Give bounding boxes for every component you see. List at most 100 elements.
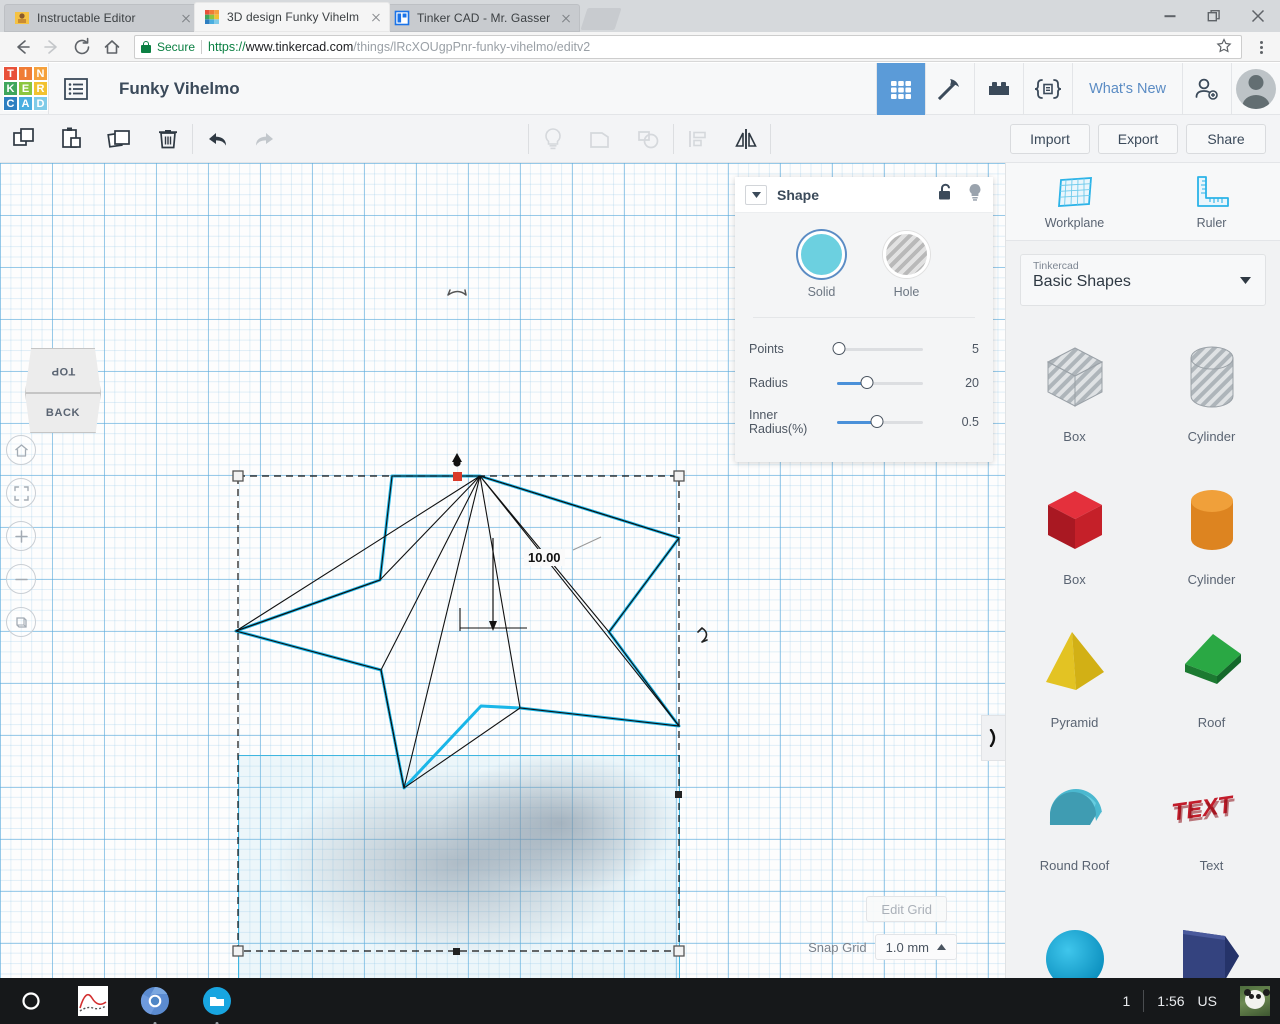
inner-radius-label: Inner Radius(%)	[749, 408, 808, 436]
roof-icon	[1166, 617, 1258, 709]
reload-button[interactable]	[68, 33, 96, 61]
fit-view-icon[interactable]	[6, 478, 36, 508]
graph-app-icon[interactable]	[76, 984, 110, 1018]
hole-swatch[interactable]	[883, 231, 930, 278]
url-path: /things/lRcXOUgpPnr-funky-vihelmo/editv2	[353, 39, 591, 54]
solid-color-swatch[interactable]	[798, 231, 845, 278]
slider-knob[interactable]	[870, 415, 884, 428]
inner-radius-value[interactable]: 0.5	[962, 415, 979, 429]
shape-item-text[interactable]: TEXT TEXT Text	[1143, 745, 1280, 888]
export-button[interactable]: Export	[1098, 123, 1178, 154]
group-icon[interactable]	[577, 115, 625, 163]
forward-button[interactable]	[38, 33, 66, 61]
back-button[interactable]	[8, 33, 36, 61]
cylinder-hole-icon	[1166, 331, 1258, 423]
user-avatar[interactable]	[1231, 62, 1280, 115]
browser-tab-2[interactable]: Tinker CAD - Mr. Gasser	[384, 4, 580, 32]
view-cube-front-face[interactable]: BACK	[25, 393, 101, 433]
list-menu-icon[interactable]	[49, 63, 103, 115]
radius-value[interactable]: 20	[965, 376, 979, 390]
home-view-icon[interactable]	[6, 435, 36, 465]
shape-item-cylinder-hole[interactable]: Cylinder	[1143, 316, 1280, 459]
codeblocks-icon[interactable]	[1023, 62, 1072, 115]
lightbulb-icon[interactable]	[529, 115, 577, 163]
launcher-icon[interactable]	[14, 984, 48, 1018]
shape-item-roof[interactable]: Roof	[1143, 602, 1280, 745]
pyramid-icon	[1029, 617, 1121, 709]
system-status-area[interactable]: 1 1:56 US	[1110, 986, 1280, 1016]
close-button[interactable]	[1236, 0, 1280, 32]
panel-collapse-handle[interactable]	[981, 715, 1005, 761]
tab-title: Tinker CAD - Mr. Gasser	[417, 11, 551, 25]
slider-knob[interactable]	[860, 376, 874, 389]
address-bar[interactable]: Secure https://www.tinkercad.com/things/…	[134, 34, 1242, 59]
dimension-label[interactable]: 10.00	[524, 549, 565, 566]
url-text: https://www.tinkercad.com/things/lRcXOUg…	[208, 40, 590, 54]
slider-knob[interactable]	[832, 342, 846, 355]
mirror-icon[interactable]	[722, 115, 770, 163]
shape-item-pyramid[interactable]: Pyramid	[1006, 602, 1143, 745]
workplane-tool[interactable]: Workplane	[1006, 163, 1143, 240]
paste-icon[interactable]	[48, 115, 96, 163]
perspective-icon[interactable]	[6, 607, 36, 637]
blocks-grid-icon[interactable]	[876, 62, 926, 115]
delete-icon[interactable]	[144, 115, 192, 163]
desk-number[interactable]: 1	[1110, 993, 1144, 1009]
cylinder-solid-icon	[1166, 474, 1258, 566]
copy-icon[interactable]	[0, 115, 48, 163]
shape-item-cylinder-solid[interactable]: Cylinder	[1143, 459, 1280, 602]
logo-tile-4: E	[18, 81, 33, 96]
new-tab-button[interactable]	[580, 8, 622, 30]
shape-item-box-solid[interactable]: Box	[1006, 459, 1143, 602]
zoom-in-icon[interactable]	[6, 521, 36, 551]
restore-button[interactable]	[1192, 0, 1236, 32]
solid-mode-option[interactable]: Solid	[798, 231, 845, 299]
hole-mode-option[interactable]: Hole	[883, 231, 930, 299]
zoom-out-icon[interactable]	[6, 564, 36, 594]
import-button[interactable]: Import	[1010, 123, 1090, 154]
browser-tab-1[interactable]: 3D design Funky Vihelm	[194, 2, 390, 32]
duplicate-icon[interactable]	[96, 115, 144, 163]
edit-grid-button[interactable]: Edit Grid	[866, 896, 947, 922]
unlock-icon[interactable]	[937, 183, 953, 206]
points-slider[interactable]	[832, 342, 923, 356]
lightbulb-icon[interactable]	[967, 183, 983, 207]
chrome-icon[interactable]	[138, 984, 172, 1024]
shape-item-round-roof[interactable]: Round Roof	[1006, 745, 1143, 888]
tinkercad-logo[interactable]: T I N K E R C A D	[3, 66, 48, 111]
view-cube-top-face[interactable]: TOP	[25, 348, 101, 393]
view-cube[interactable]: TOP BACK	[25, 348, 101, 433]
browser-menu-button[interactable]	[1250, 35, 1272, 59]
minimize-button[interactable]	[1148, 0, 1192, 32]
shape-library-picker[interactable]: Tinkercad Basic Shapes	[1020, 254, 1266, 306]
browser-tab-0[interactable]: Instructable Editor	[4, 4, 200, 32]
close-icon[interactable]	[558, 10, 574, 26]
files-icon[interactable]	[200, 984, 234, 1024]
share-button[interactable]: Share	[1186, 123, 1266, 154]
redo-icon[interactable]	[241, 115, 289, 163]
caret-down-icon[interactable]	[745, 184, 767, 205]
home-button[interactable]	[98, 33, 126, 61]
close-icon[interactable]	[368, 9, 384, 25]
radius-slider[interactable]	[837, 376, 923, 390]
page-title[interactable]: Funky Vihelmo	[119, 79, 240, 99]
inner-radius-slider[interactable]	[837, 415, 923, 429]
whats-new-link[interactable]: What's New	[1072, 62, 1182, 115]
keyboard-layout[interactable]: US	[1198, 993, 1230, 1009]
ungroup-icon[interactable]	[625, 115, 673, 163]
sidebar-tools: Workplane Ruler	[1006, 163, 1280, 241]
clock[interactable]: 1:56	[1144, 993, 1197, 1009]
pickaxe-icon[interactable]	[925, 62, 974, 115]
points-value[interactable]: 5	[972, 342, 979, 356]
panda-avatar[interactable]	[1240, 986, 1270, 1016]
align-icon[interactable]	[674, 115, 722, 163]
lego-brick-icon[interactable]	[974, 62, 1023, 115]
bookmark-star-icon[interactable]	[1215, 37, 1235, 57]
ruler-tool[interactable]: Ruler	[1143, 163, 1280, 240]
shape-item-box-hole[interactable]: Box	[1006, 316, 1143, 459]
caret-down-icon	[1240, 271, 1251, 289]
snap-grid-select[interactable]: 1.0 mm	[874, 934, 957, 960]
add-person-icon[interactable]	[1182, 62, 1231, 115]
close-icon[interactable]	[178, 10, 194, 26]
undo-icon[interactable]	[193, 115, 241, 163]
